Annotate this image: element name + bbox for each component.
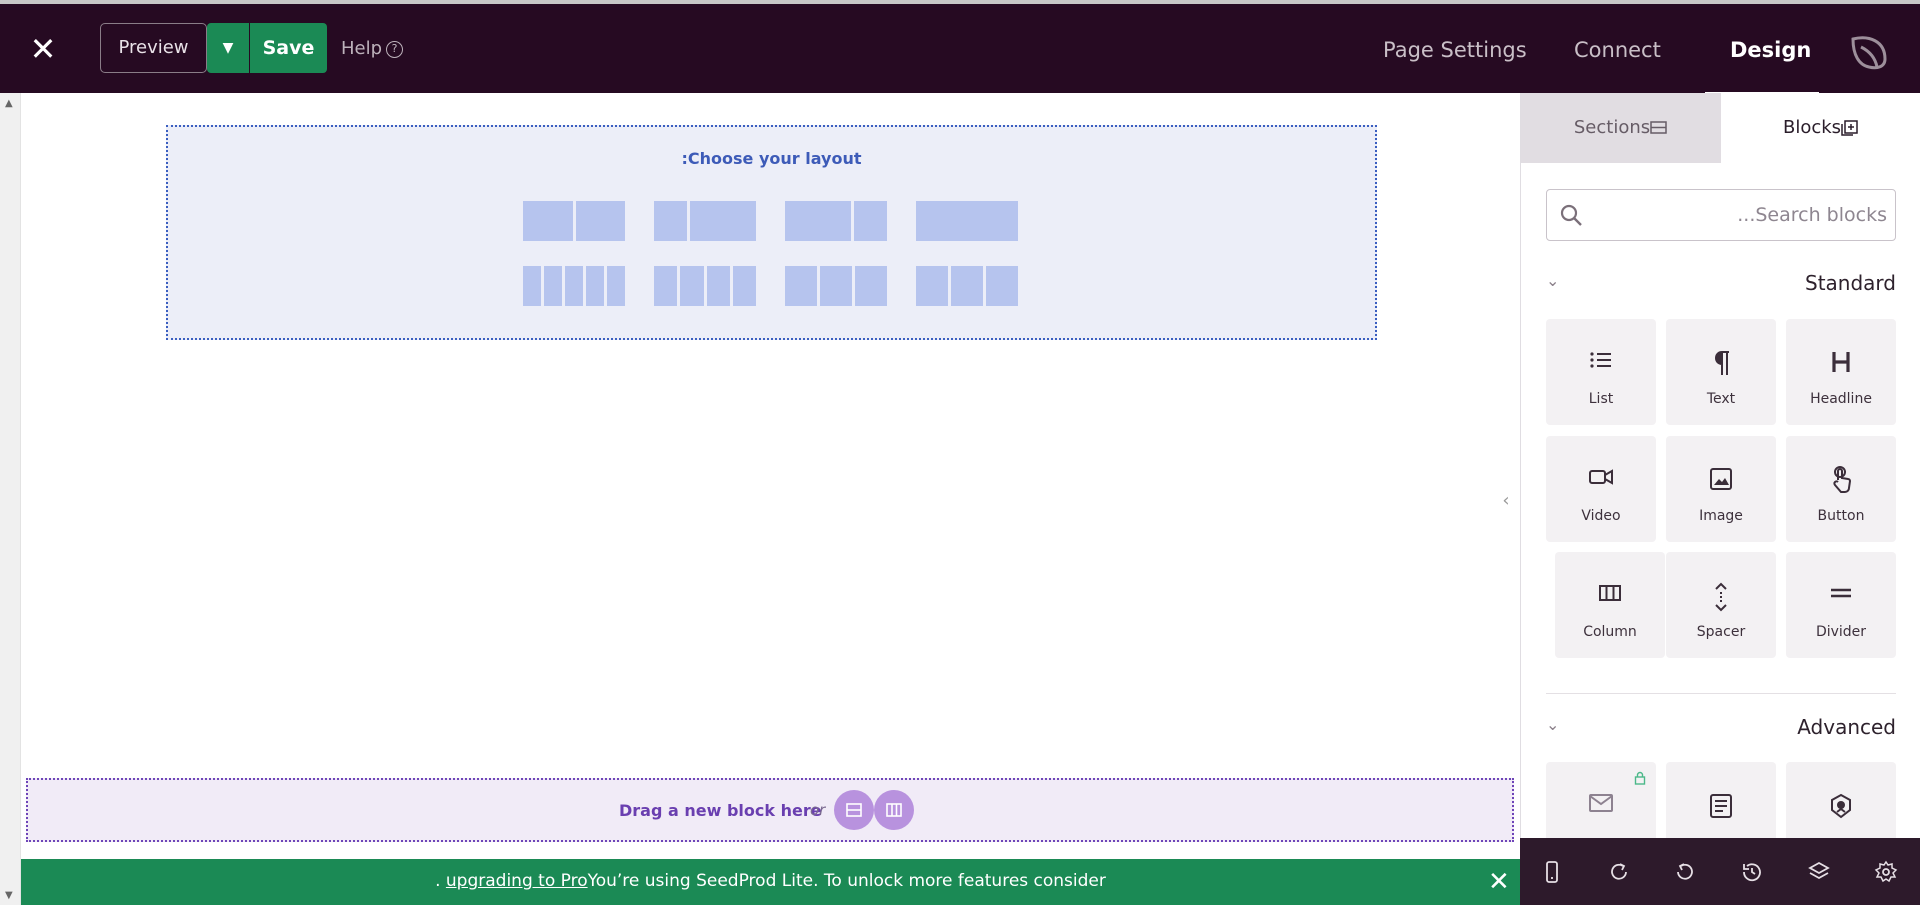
layout-column: [951, 266, 983, 306]
layout-column: [544, 266, 562, 306]
help-link[interactable]: Help?: [341, 38, 404, 59]
drop-zone-text: Drag a new block here: [619, 801, 822, 820]
question-circle-icon: ?: [386, 40, 404, 58]
upgrade-to-pro-link[interactable]: upgrading to Pro: [446, 871, 588, 891]
canvas-scrollbar[interactable]: ▲ ▼: [0, 93, 21, 905]
caret-down-icon: ▼: [222, 40, 234, 56]
mobile-preview-button[interactable]: [1540, 860, 1564, 884]
save-options-dropdown-button[interactable]: ▼: [207, 23, 249, 73]
layout-column: [523, 266, 541, 306]
layout-column: [680, 266, 704, 306]
layout-column: [916, 201, 1018, 241]
undo-button[interactable]: [1673, 860, 1697, 884]
layers-icon: [1808, 861, 1830, 880]
undo-icon: [1677, 863, 1693, 880]
add-row-button[interactable]: [874, 790, 914, 830]
badge-icon: [1786, 792, 1896, 820]
layout-option[interactable]: [916, 201, 1018, 241]
layout-option[interactable]: [654, 201, 756, 241]
bottom-toolbar: [1520, 838, 1920, 905]
layout-column: [523, 201, 573, 241]
layout-column: [854, 201, 887, 241]
layout-column: [820, 266, 852, 306]
collapse-sidebar-chevron-icon[interactable]: ‹: [1496, 490, 1516, 516]
layout-column: [706, 266, 730, 306]
layout-column: [732, 266, 756, 306]
layout-option[interactable]: [785, 201, 887, 241]
tab-design[interactable]: Design: [1730, 38, 1811, 62]
layout-column: [565, 266, 583, 306]
top-toolbar: ✕ Preview ▼ Save Help? Page Settings Con…: [0, 0, 1920, 96]
tab-connect[interactable]: Connect: [1574, 38, 1661, 62]
layout-column: [855, 266, 887, 306]
layout-option[interactable]: [654, 266, 756, 306]
scroll-down-arrow-icon[interactable]: ▼: [5, 890, 13, 901]
block-drop-zone[interactable]: Drag a new block here or: [26, 778, 1514, 842]
layout-column: [690, 201, 756, 241]
upgrade-notice-bar: . upgrading to ProYou’re using SeedProd …: [21, 859, 1520, 905]
lock-icon: [1634, 770, 1646, 789]
layout-column: [785, 201, 851, 241]
layers-button[interactable]: [1807, 860, 1831, 884]
layout-column: [654, 201, 687, 241]
upgrade-notice-text: . upgrading to ProYou’re using SeedProd …: [21, 871, 1520, 891]
layout-column: [586, 266, 604, 306]
drop-zone-or: or: [810, 801, 826, 819]
layout-option[interactable]: [785, 266, 887, 306]
layout-option[interactable]: [523, 201, 625, 241]
scroll-up-arrow-icon[interactable]: ▲: [5, 98, 13, 109]
tab-page-settings[interactable]: Page Settings: [1383, 38, 1527, 62]
mobile-icon: [1546, 861, 1558, 883]
gear-icon: [1874, 860, 1898, 883]
layout-column: [607, 266, 625, 306]
layout-column: [986, 266, 1018, 306]
layout-column: [785, 266, 817, 306]
layout-column: [654, 266, 678, 306]
mail-icon: [1546, 792, 1656, 820]
preview-button[interactable]: Preview: [100, 23, 207, 73]
section-icon: [846, 803, 862, 817]
layout-column: [575, 201, 625, 241]
notice-prefix: .: [435, 871, 446, 891]
form-icon: [1666, 792, 1776, 820]
advanced-block-mail[interactable]: [1546, 762, 1656, 838]
advanced-block-form[interactable]: [1666, 762, 1776, 838]
history-icon: [1743, 863, 1761, 882]
layout-option[interactable]: [916, 266, 1018, 306]
redo-button[interactable]: [1607, 860, 1631, 884]
layout-chooser: :Choose your layout: [166, 125, 1377, 340]
redo-icon: [1611, 863, 1627, 880]
layout-chooser-title: :Choose your layout: [681, 149, 862, 168]
layout-column: [916, 266, 948, 306]
advanced-block-badge[interactable]: [1786, 762, 1896, 838]
close-notice-icon[interactable]: ✕: [1488, 867, 1510, 897]
revision-history-button[interactable]: [1740, 860, 1764, 884]
add-section-button[interactable]: [834, 790, 874, 830]
close-icon[interactable]: ✕: [28, 33, 58, 65]
columns-icon: [886, 803, 902, 817]
help-label: Help: [341, 38, 383, 59]
save-button[interactable]: Save: [250, 23, 327, 73]
notice-message: You’re using SeedProd Lite. To unlock mo…: [587, 871, 1106, 891]
settings-button[interactable]: [1874, 860, 1898, 884]
seedprod-logo-icon[interactable]: [1847, 29, 1891, 73]
blocks-sidebar: Sections Blocks ⌄ Standard ListTextHeadl…: [1520, 93, 1920, 905]
layout-option[interactable]: [523, 266, 625, 306]
